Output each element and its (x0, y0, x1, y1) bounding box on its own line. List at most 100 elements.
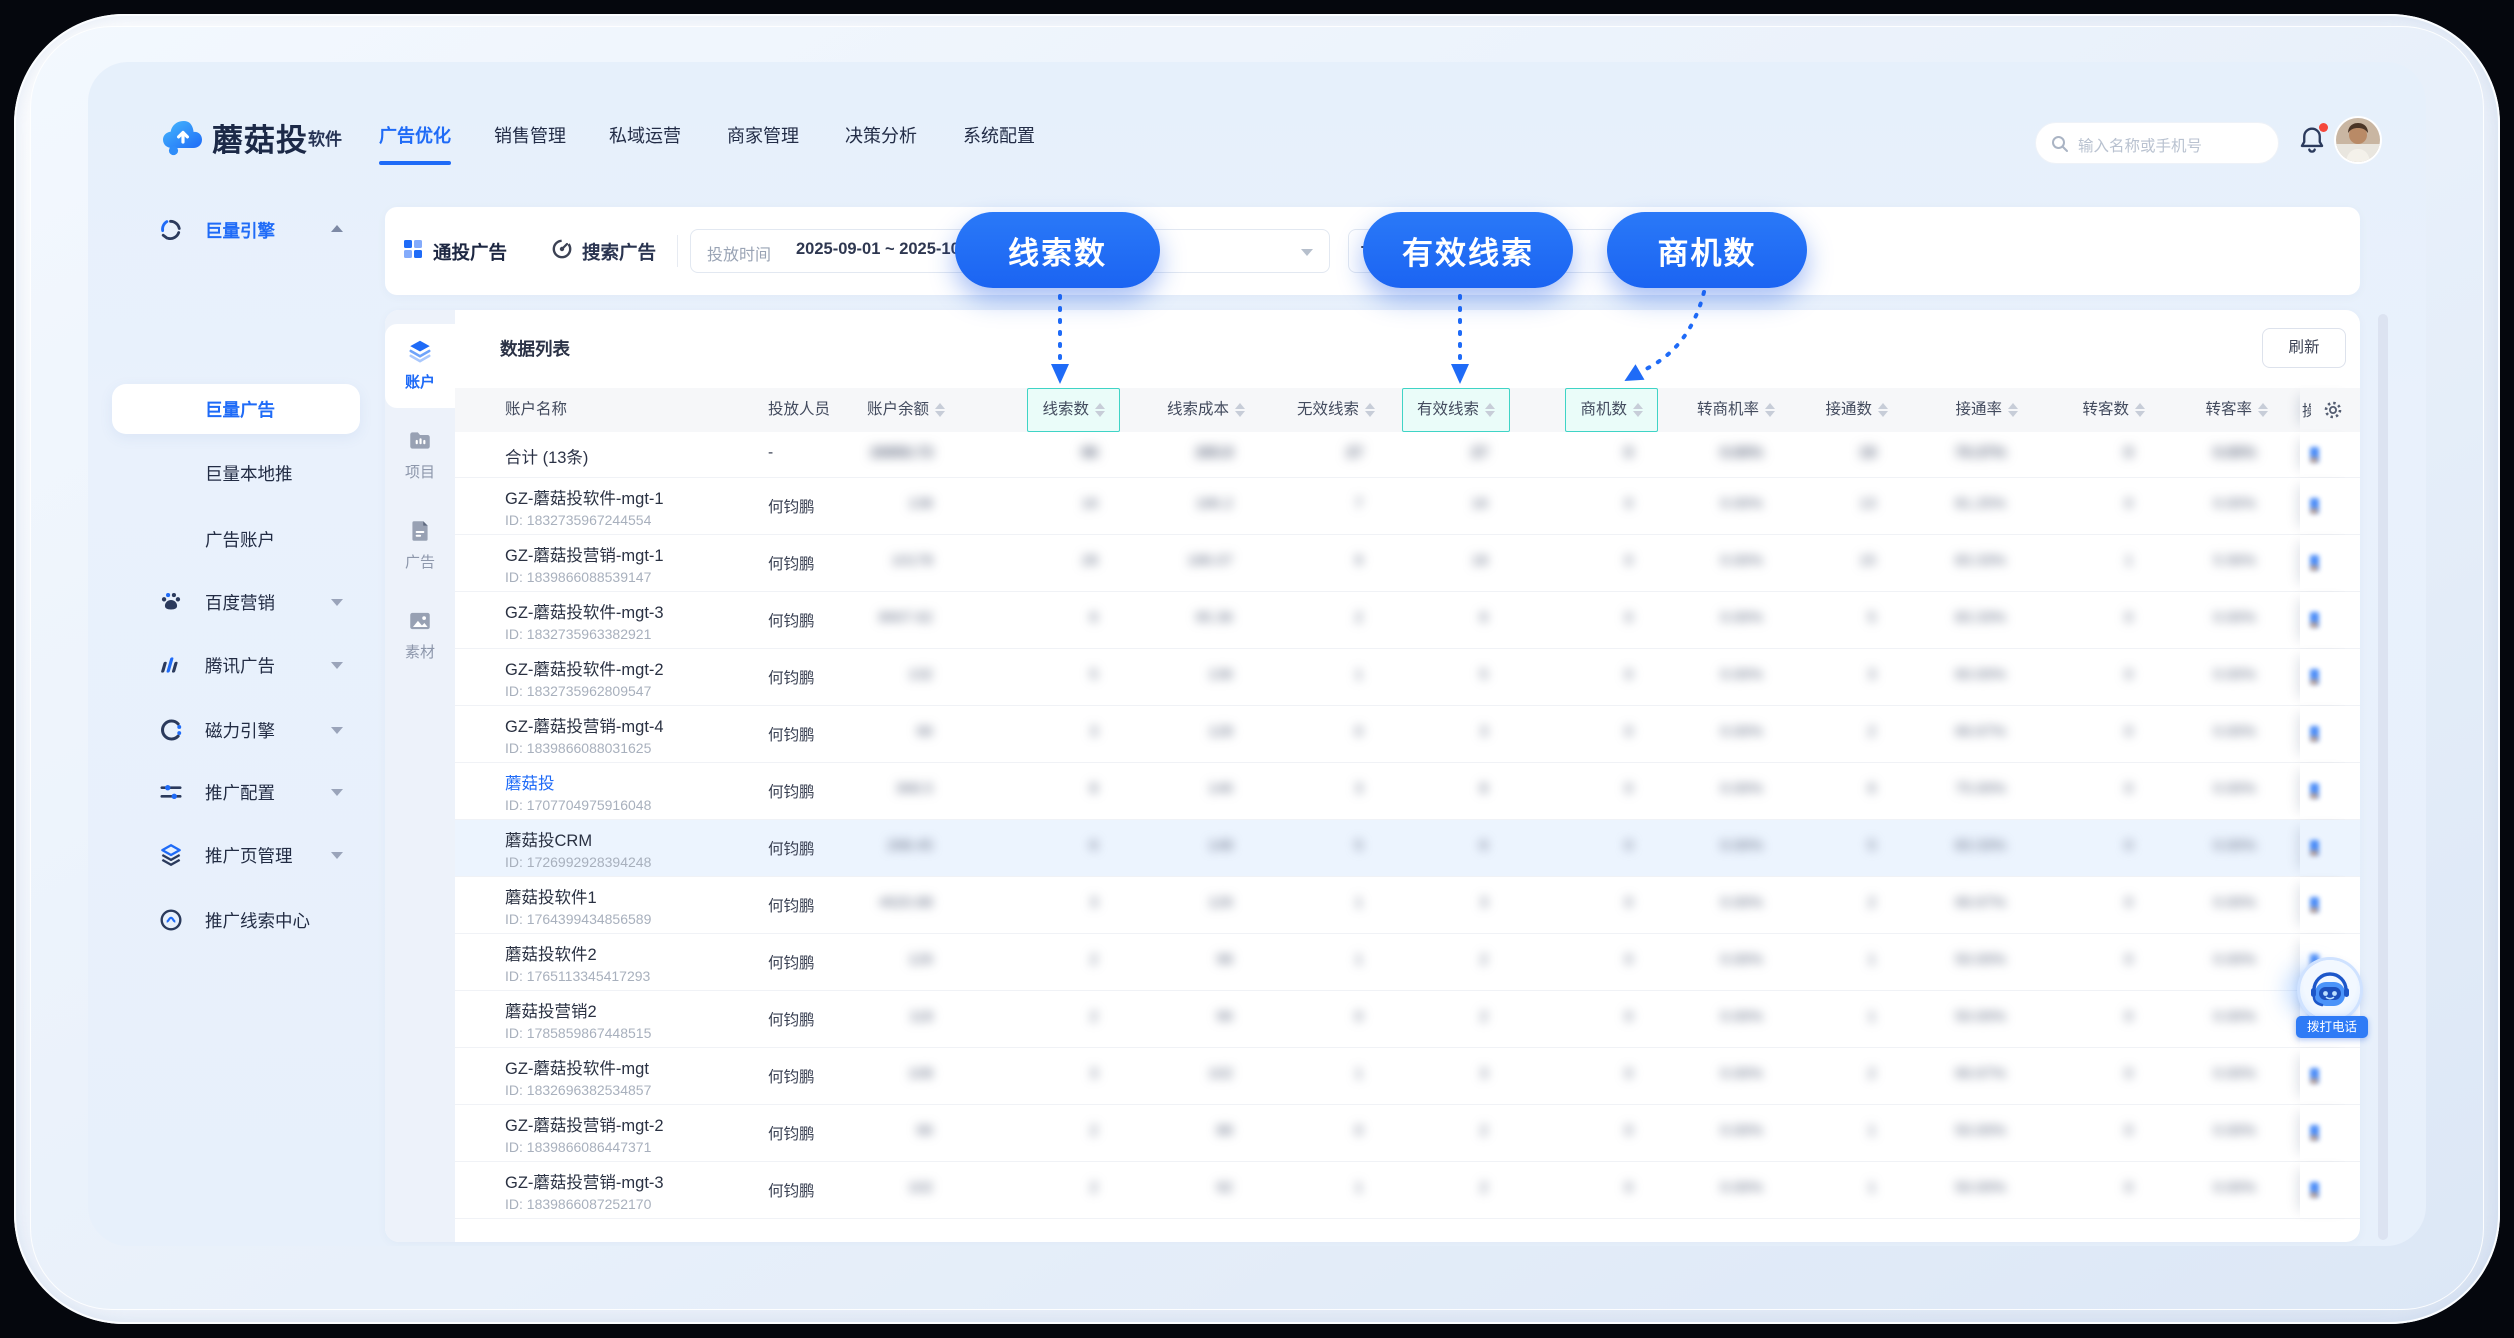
masked-value: 186.2 (1195, 495, 1233, 512)
sort-icon[interactable] (935, 403, 945, 417)
sidebar-item-landing-pages[interactable]: 推广页管理 (88, 833, 385, 877)
rail-tab-material[interactable]: 素材 (385, 594, 455, 678)
account-row[interactable]: GZ-蘑菇投营销-mgt-4 ID: 1839866088031625 何钧鹏 … (455, 706, 2360, 763)
masked-value: 368.5 (895, 780, 933, 797)
sidebar-item-baidu[interactable]: 百度营销 (88, 580, 385, 624)
sort-icon[interactable] (2258, 403, 2268, 417)
account-name[interactable]: GZ-蘑菇投营销-mgt-1 (505, 542, 755, 566)
col-header-connected[interactable]: 接通数 (1825, 388, 1888, 432)
column-settings-gear-icon[interactable] (2322, 399, 2344, 426)
pinned-cell (2300, 877, 2360, 933)
col-header-account-name: 账户名称 (505, 388, 567, 432)
vertical-scrollbar[interactable] (2378, 314, 2388, 1240)
account-row[interactable]: GZ-蘑菇投软件-mgt ID: 1832696382534857 何钧鹏 10… (455, 1048, 2360, 1105)
mode-tab-search-ads[interactable]: 搜索广告 (550, 237, 656, 265)
sort-icon[interactable] (1878, 403, 1888, 417)
sort-icon[interactable] (1633, 403, 1643, 417)
account-row[interactable]: GZ-蘑菇投软件-mgt-2 ID: 1832735962809547 何钧鹏 … (455, 649, 2360, 706)
refresh-button[interactable]: 刷新 (2262, 328, 2346, 368)
masked-value: 8907.62 (879, 609, 933, 626)
masked-value: 2 (1480, 1122, 1488, 1139)
col-header-lead-cost[interactable]: 线索成本 (1167, 388, 1245, 432)
sidebar-subitem-ad-accounts[interactable]: 广告账户 (112, 514, 360, 564)
account-row[interactable]: GZ-蘑菇投软件-mgt-1 ID: 1832735967244554 何钧鹏 … (455, 478, 2360, 535)
account-id: ID: 1832696382534857 (505, 1082, 755, 1098)
account-name[interactable]: GZ-蘑菇投营销-mgt-4 (505, 713, 755, 737)
account-row[interactable]: GZ-蘑菇投营销-mgt-3 ID: 1839866087252170 何钧鹏 … (455, 1162, 2360, 1219)
call-widget-label[interactable]: 拨打电话 (2296, 1016, 2368, 1038)
sort-icon[interactable] (2135, 403, 2145, 417)
col-header-invalid-leads[interactable]: 无效线索 (1297, 388, 1375, 432)
sidebar-item-ocean-engine[interactable]: 巨量引擎 (88, 208, 385, 252)
account-name[interactable]: GZ-蘑菇投软件-mgt-1 (505, 485, 755, 509)
account-name[interactable]: GZ-蘑菇投软件-mgt-2 (505, 656, 755, 680)
account-row[interactable]: 蘑菇投软件1 ID: 1764399434856589 何钧鹏 4620.88 … (455, 877, 2360, 934)
account-name[interactable]: GZ-蘑菇投营销-mgt-3 (505, 1169, 755, 1193)
masked-value: 118 (909, 1008, 933, 1025)
rail-tab-project[interactable]: 项目 (385, 414, 455, 498)
masked-value: 6 (1090, 837, 1098, 854)
sidebar-item-leads-center[interactable]: 推广线索中心 (88, 898, 385, 942)
sidebar-item-tencent[interactable]: 腾讯广告 (88, 643, 385, 687)
masked-value: 27 (1471, 444, 1488, 461)
topnav-tab-private-domain[interactable]: 私域运营 (609, 122, 681, 148)
account-name[interactable]: 蘑菇投软件2 (505, 941, 755, 965)
sort-icon[interactable] (1765, 403, 1775, 417)
sort-icon[interactable] (1485, 403, 1495, 417)
account-name-cell: GZ-蘑菇投软件-mgt-2 ID: 1832735962809547 (505, 656, 755, 699)
notification-bell-icon[interactable] (2297, 125, 2329, 159)
col-header-customer-count[interactable]: 转客数 (2082, 388, 2145, 432)
sort-icon[interactable] (1235, 403, 1245, 417)
sidebar-item-promo-config[interactable]: 推广配置 (88, 770, 385, 814)
account-name[interactable]: 蘑菇投软件1 (505, 884, 755, 908)
masked-value: 0 (2125, 951, 2133, 968)
account-name[interactable]: GZ-蘑菇投营销-mgt-2 (505, 1112, 755, 1136)
col-header-leads-highlighted[interactable]: 线索数 (1027, 388, 1120, 432)
masked-value: 5 (1868, 609, 1876, 626)
col-header-connect-rate[interactable]: 接通率 (1955, 388, 2018, 432)
account-row[interactable]: 蘑菇投CRM ID: 1726992928394248 何钧鹏 268.45 6… (455, 820, 2360, 877)
col-header-valid-leads-highlighted[interactable]: 有效线索 (1402, 388, 1510, 432)
topnav-tab-system[interactable]: 系统配置 (963, 122, 1035, 148)
masked-value: 0.00% (1720, 894, 1763, 911)
call-assistant-widget[interactable]: 拨打电话 (2296, 958, 2372, 1044)
account-row[interactable]: GZ-蘑菇投软件-mgt-3 ID: 1832735963382921 何钧鹏 … (455, 592, 2360, 649)
sidebar-subitem-juliang-ads[interactable]: 巨量广告 (112, 384, 360, 434)
topnav-tab-analysis[interactable]: 决策分析 (845, 122, 917, 148)
account-name[interactable]: 蘑菇投 (505, 770, 755, 794)
col-header-customer-rate[interactable]: 转客率 (2205, 388, 2268, 432)
col-header-opportunity-rate[interactable]: 转商机率 (1697, 388, 1775, 432)
topnav-tab-sales[interactable]: 销售管理 (494, 122, 566, 148)
staff-name: 何钧鹏 (768, 1065, 815, 1087)
account-row[interactable]: 蘑菇投 ID: 1707704975916048 何钧鹏 368.5 8 146… (455, 763, 2360, 820)
account-name[interactable]: 蘑菇投营销2 (505, 998, 755, 1022)
topnav-tab-merchant[interactable]: 商家管理 (727, 122, 799, 148)
col-header-balance[interactable]: 账户余额 (867, 388, 945, 432)
account-row[interactable]: GZ-蘑菇投营销-mgt-2 ID: 1839866086447371 何钧鹏 … (455, 1105, 2360, 1162)
col-header-opportunities-highlighted[interactable]: 商机数 (1565, 388, 1658, 432)
masked-value: 0 (1625, 723, 1633, 740)
sidebar-subitem-local-push[interactable]: 巨量本地推 (112, 448, 360, 498)
mode-tab-feed-ads[interactable]: 通投广告 (401, 237, 507, 265)
masked-value: 16 (1471, 495, 1488, 512)
masked-value: 265.8 (1195, 444, 1233, 461)
account-name[interactable]: GZ-蘑菇投软件-mgt-3 (505, 599, 755, 623)
sort-icon[interactable] (1365, 403, 1375, 417)
sort-icon[interactable] (1095, 403, 1105, 417)
account-row[interactable]: 蘑菇投营销2 ID: 1785859867448515 何钧鹏 118 2 96… (455, 991, 2360, 1048)
pinned-cell (2300, 1048, 2360, 1104)
topnav-tab-ad-optimize[interactable]: 广告优化 (379, 122, 451, 148)
account-name[interactable]: 蘑菇投CRM (505, 827, 755, 851)
sort-icon[interactable] (2008, 403, 2018, 417)
masked-value: 0 (2125, 666, 2133, 683)
rail-tab-ad[interactable]: 广告 (385, 504, 455, 588)
rail-tab-account[interactable]: 账户 (385, 324, 455, 408)
user-avatar[interactable] (2336, 118, 2380, 162)
global-search[interactable]: 输入名称或手机号 (2035, 122, 2279, 164)
account-row[interactable]: 蘑菇投软件2 ID: 1765113345417293 何钧鹏 126 2 98… (455, 934, 2360, 991)
masked-value: 1 (2125, 552, 2133, 569)
staff-name: 何钧鹏 (768, 894, 815, 916)
sidebar-item-magnetic-engine[interactable]: 磁力引擎 (88, 708, 385, 752)
account-name[interactable]: GZ-蘑菇投软件-mgt (505, 1055, 755, 1079)
account-row[interactable]: GZ-蘑菇投营销-mgt-1 ID: 1839866088539147 何钧鹏 … (455, 535, 2360, 592)
